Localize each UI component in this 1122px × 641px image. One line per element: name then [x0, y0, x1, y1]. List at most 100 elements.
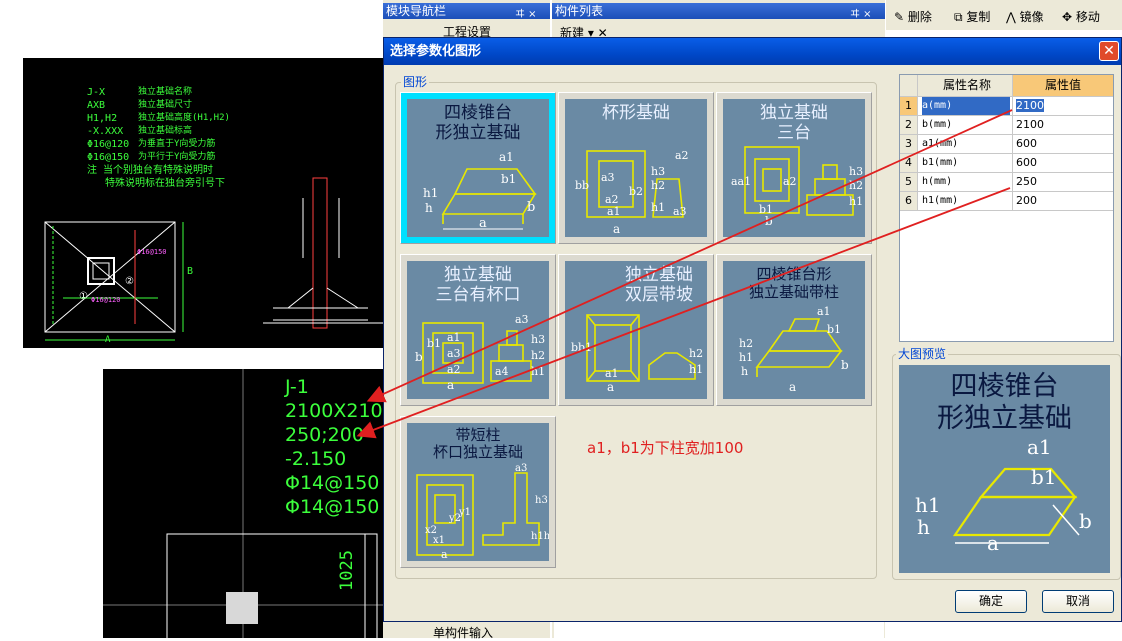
- list-panel-title: 构件列表: [552, 3, 885, 19]
- dialog-title: 选择参数化图形: [384, 38, 1121, 65]
- list-body: [554, 622, 884, 638]
- move-button[interactable]: ✥ 移动: [1062, 8, 1100, 25]
- svg-text:b1: b1: [427, 337, 441, 350]
- ok-button[interactable]: 确定: [955, 590, 1027, 613]
- svg-text:bb: bb: [575, 179, 589, 192]
- pyramid-column-diagram: a b a1 b1 h2 h1 h: [739, 305, 849, 394]
- shape-tile-pyramid-foundation[interactable]: 四棱锥台 形独立基础 a b a1 b1 h1 h: [400, 92, 556, 244]
- svg-text:h1: h1: [689, 363, 703, 376]
- delete-icon: ✎: [894, 10, 905, 24]
- cad-mark-b: B: [187, 266, 194, 277]
- shapes-group-label: 图形: [401, 73, 430, 90]
- large-preview: 四棱锥台 形独立基础 a1 b1 h1 h a b: [899, 365, 1110, 573]
- svg-text:a3: a3: [447, 347, 461, 360]
- svg-text:a1: a1: [817, 305, 831, 318]
- shape-tile-pyramid-column-foundation[interactable]: 四棱锥台形 独立基础带柱 a b a1 b1 h2 h1 h: [716, 254, 872, 406]
- svg-text:b: b: [841, 358, 849, 372]
- cad-foundation-label: J-1 2100X2100 250;200 -2.150 Φ14@150 Φ14…: [285, 376, 383, 518]
- svg-text:a1: a1: [605, 367, 619, 380]
- column-header-value: 属性值: [1012, 75, 1113, 96]
- property-value-input[interactable]: 2100: [1012, 97, 1113, 115]
- preview-group-label: 大图预览: [896, 345, 949, 362]
- table-row[interactable]: 1 a(mm) 2100: [900, 97, 1113, 116]
- svg-text:a1: a1: [499, 150, 514, 164]
- cad-legend-descriptions: 独立基础名称 独立基础尺寸 独立基础高度(H1,H2) 独立基础标高 为垂直于Y…: [138, 87, 230, 162]
- svg-text:a: a: [447, 378, 454, 392]
- preview-label-h: h: [917, 515, 930, 539]
- table-row[interactable]: 4 b1(mm) 600: [900, 154, 1113, 173]
- svg-text:h1: h1: [423, 186, 438, 200]
- copy-button[interactable]: ⧉ 复制: [954, 8, 990, 25]
- svg-text:a3: a3: [515, 313, 529, 326]
- svg-text:h2: h2: [849, 179, 863, 192]
- svg-text:aa1: aa1: [731, 175, 751, 188]
- annotation-note: a1，b1为下柱宽加100: [587, 439, 744, 457]
- property-value-input[interactable]: 600: [1012, 135, 1113, 153]
- three-step-cup-diagram: a1 b1 a3 a2 a b a3 a4 h3 h2 h1: [415, 313, 545, 392]
- svg-text:y1: y1: [458, 507, 471, 518]
- svg-text:h3: h3: [535, 495, 548, 506]
- svg-text:b: b: [415, 350, 423, 364]
- svg-text:h1: h1: [651, 201, 665, 214]
- svg-text:a3: a3: [601, 171, 615, 184]
- shape-tile-three-step-foundation[interactable]: 独立基础 三台 aa1 a2 b1 b h3 h2 h1: [716, 92, 872, 244]
- nav-panel-pin-icon[interactable]: ヰ ×: [515, 5, 537, 20]
- select-parametric-shape-dialog: 选择参数化图形 ✕ 图形 四棱锥台 形独立基础 a b a1 b1 h1 h 杯…: [383, 37, 1122, 622]
- svg-text:b: b: [527, 200, 535, 215]
- pyramid-foundation-diagram: a b a1 b1 h1 h: [423, 150, 537, 231]
- main-toolbar: ✎ 删除 ⧉ 复制 ⋀ 镜像 ✥ 移动: [886, 0, 1122, 30]
- delete-button[interactable]: ✎ 删除: [894, 8, 932, 25]
- svg-text:a4: a4: [495, 365, 509, 378]
- nav-item-single-input[interactable]: 单构件输入: [433, 624, 493, 641]
- shape-tile-short-column-cup-foundation[interactable]: 带短柱 杯口独立基础 x2 y2 y1 x1 a a3 h3 h1h2: [400, 416, 556, 568]
- cad-mark-1: ①: [79, 291, 88, 302]
- shape-tile-double-slope-foundation[interactable]: 独立基础 双层带坡 bb1 a1 a h2 h1: [558, 254, 714, 406]
- svg-text:a: a: [789, 380, 796, 394]
- mirror-button[interactable]: ⋀ 镜像: [1006, 8, 1044, 25]
- svg-text:a: a: [479, 216, 487, 231]
- property-value-input[interactable]: 250: [1012, 173, 1113, 191]
- cad-drawing-top: J-X AXB H1,H2 -X.XXX Φ16@120 Φ16@150 注 当…: [23, 58, 383, 348]
- property-value-input[interactable]: 600: [1012, 154, 1113, 172]
- svg-text:h2: h2: [739, 337, 753, 350]
- cad-dimension: 1025: [337, 550, 357, 591]
- preview-label-a: a: [987, 531, 999, 555]
- svg-text:bb1: bb1: [571, 341, 592, 354]
- svg-text:a: a: [613, 222, 620, 236]
- cancel-button[interactable]: 取消: [1042, 590, 1114, 613]
- svg-text:h2: h2: [531, 349, 545, 362]
- svg-text:b2: b2: [629, 185, 643, 198]
- close-icon[interactable]: ✕: [1099, 41, 1119, 61]
- svg-text:h1h2: h1h2: [531, 531, 549, 542]
- svg-text:a2: a2: [447, 363, 461, 376]
- svg-text:a2: a2: [675, 149, 689, 162]
- svg-text:h1: h1: [739, 351, 753, 364]
- table-row[interactable]: 5 h(mm) 250: [900, 173, 1113, 192]
- preview-label-a1: a1: [1027, 435, 1052, 459]
- svg-text:a1: a1: [447, 331, 461, 344]
- svg-text:h: h: [741, 365, 748, 378]
- shape-tile-cup-foundation[interactable]: 杯形基础 bb a3 b2 a2 a1 a a2 h3 h2 h1 a3: [558, 92, 714, 244]
- copy-icon: ⧉: [954, 10, 963, 24]
- svg-text:h3: h3: [531, 333, 545, 346]
- list-panel-pin-icon[interactable]: ヰ ×: [850, 5, 872, 20]
- table-row[interactable]: 3 a1(mm) 600: [900, 135, 1113, 154]
- shape-tile-three-step-cup-foundation[interactable]: 独立基础 三台有杯口 a1 b1 a3 a2 a b a3 a4 h3 h2 h…: [400, 254, 556, 406]
- cad-drawing-bottom: J-1 2100X2100 250;200 -2.150 Φ14@150 Φ14…: [103, 369, 383, 638]
- svg-text:b1: b1: [827, 323, 841, 336]
- svg-text:h1: h1: [531, 365, 545, 378]
- table-header: 属性名称 属性值: [900, 75, 1113, 97]
- cad-mark-a: A: [105, 335, 111, 345]
- svg-text:h1: h1: [849, 195, 863, 208]
- property-value-input[interactable]: 200: [1012, 192, 1113, 210]
- property-table: 属性名称 属性值 1 a(mm) 2100 2 b(mm) 2100 3 a1(…: [899, 74, 1114, 342]
- short-column-cup-diagram: x2 y2 y1 x1 a a3 h3 h1h2: [416, 463, 549, 561]
- preview-label-b: b: [1079, 509, 1092, 533]
- svg-text:h3: h3: [651, 165, 665, 178]
- table-row[interactable]: 6 h1(mm) 200: [900, 192, 1113, 211]
- table-row[interactable]: 2 b(mm) 2100: [900, 116, 1113, 135]
- cad-bar-label-2: Φ16@150: [137, 248, 167, 256]
- property-value-input[interactable]: 2100: [1012, 116, 1113, 134]
- svg-text:a3: a3: [515, 463, 527, 474]
- cup-foundation-diagram: bb a3 b2 a2 a1 a a2 h3 h2 h1 a3: [575, 149, 689, 236]
